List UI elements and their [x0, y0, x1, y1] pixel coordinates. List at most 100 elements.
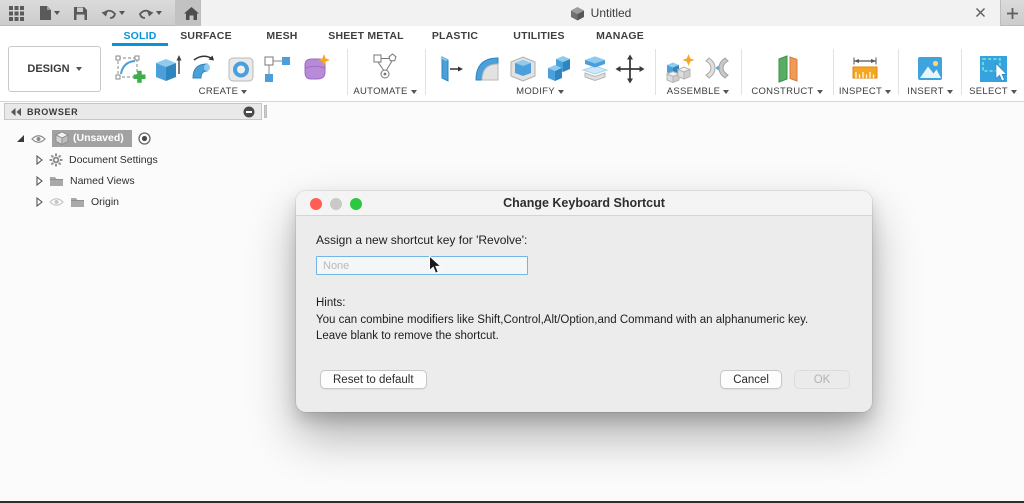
undo-button[interactable]	[101, 7, 125, 20]
assemble-group-dropdown[interactable]: ASSEMBLE	[667, 86, 730, 97]
browser-panel: BROWSER (Unsaved) Document Settings Name…	[4, 103, 267, 212]
create-sketch-button[interactable]	[112, 51, 148, 85]
combine-icon	[548, 56, 570, 81]
create-form-button[interactable]	[298, 51, 334, 85]
select-button[interactable]	[976, 51, 1010, 85]
construct-plane-button[interactable]	[770, 51, 804, 85]
joint-button[interactable]	[701, 51, 733, 85]
tab-mesh[interactable]: MESH	[244, 26, 320, 46]
browser-tree: (Unsaved) Document Settings Named Views …	[4, 120, 262, 212]
document-tab[interactable]: Untitled	[200, 0, 1001, 26]
browser-header[interactable]: BROWSER	[4, 103, 267, 120]
inspect-group-dropdown[interactable]: INSPECT	[839, 86, 892, 97]
joint-icon	[705, 57, 729, 79]
create-caret-icon	[241, 89, 248, 94]
combine-button[interactable]	[542, 51, 576, 85]
panel-display-menu-icon[interactable]	[243, 106, 255, 118]
toolbar-separator	[833, 49, 834, 95]
pattern-button[interactable]	[260, 51, 296, 85]
visibility-eye-icon[interactable]	[31, 134, 46, 144]
document-settings-label: Document Settings	[69, 153, 158, 166]
redo-caret-icon	[156, 11, 162, 15]
undo-caret-icon	[119, 11, 125, 15]
origin-label: Origin	[91, 195, 120, 208]
dialog-titlebar[interactable]: Change Keyboard Shortcut	[296, 191, 872, 216]
automate-group-dropdown[interactable]: AUTOMATE	[353, 86, 417, 97]
insert-group-dropdown[interactable]: INSERT	[907, 86, 953, 97]
toolbar-separator	[425, 49, 426, 95]
tab-solid[interactable]: SOLID	[112, 26, 168, 46]
app-grid-button[interactable]	[8, 5, 25, 22]
plus-icon	[1007, 7, 1018, 19]
split-body-button[interactable]	[578, 51, 612, 85]
tab-sheet-metal[interactable]: SHEET METAL	[320, 26, 412, 46]
tab-surface[interactable]: SURFACE	[168, 26, 244, 46]
design-workspace-button[interactable]: DESIGN	[8, 46, 101, 92]
tree-row-origin[interactable]: Origin	[4, 191, 262, 212]
activate-component-radio-icon[interactable]	[138, 132, 151, 145]
file-menu-button[interactable]	[38, 5, 60, 21]
tree-row-named-views[interactable]: Named Views	[4, 170, 262, 191]
named-views-label: Named Views	[70, 174, 135, 187]
root-component-label: (Unsaved)	[73, 132, 124, 144]
ok-button: OK	[794, 370, 850, 389]
collapsed-arrow-icon[interactable]	[36, 154, 43, 165]
panel-resize-handle[interactable]	[264, 105, 267, 118]
press-pull-button[interactable]	[434, 51, 468, 85]
select-group-dropdown[interactable]: SELECT	[969, 86, 1017, 97]
collapsed-arrow-icon[interactable]	[36, 196, 43, 207]
close-tab-button[interactable]	[975, 7, 986, 18]
tab-utilities[interactable]: UTILITIES	[498, 26, 580, 46]
automate-button[interactable]	[368, 51, 402, 85]
zoom-window-button[interactable]	[350, 197, 362, 210]
group-modify: MODIFY	[428, 48, 652, 97]
split-body-icon	[581, 56, 609, 82]
toolbar-separator	[347, 49, 348, 95]
revolve-button[interactable]	[186, 51, 222, 85]
select-group-label: SELECT	[969, 86, 1008, 97]
insert-image-icon	[918, 57, 942, 80]
fusion360-window: Untitled SOLID SURFACE MESH SHEET METAL …	[0, 0, 1024, 503]
group-inspect: INSPECT	[836, 48, 894, 97]
insert-button[interactable]	[913, 51, 947, 85]
press-pull-icon	[440, 56, 463, 82]
toolbar-separator	[741, 49, 742, 95]
modify-caret-icon	[557, 89, 564, 94]
new-tab-button[interactable]	[1001, 0, 1024, 26]
save-button[interactable]	[73, 6, 88, 21]
shortcut-key-input[interactable]	[316, 256, 528, 275]
tab-manage[interactable]: MANAGE	[580, 26, 660, 46]
automate-icon	[373, 53, 397, 79]
group-automate: AUTOMATE	[350, 48, 420, 97]
visibility-eye-off-icon[interactable]	[49, 197, 64, 207]
tree-row-root-component[interactable]: (Unsaved)	[4, 128, 262, 149]
collapsed-arrow-icon[interactable]	[36, 175, 43, 186]
fillet-button[interactable]	[470, 51, 504, 85]
select-icon	[980, 56, 1008, 82]
insert-group-label: INSERT	[907, 86, 944, 97]
modify-group-dropdown[interactable]: MODIFY	[516, 86, 564, 97]
inspect-caret-icon	[885, 89, 892, 94]
tab-plastic[interactable]: PLASTIC	[412, 26, 498, 46]
pattern-icon	[264, 56, 290, 82]
redo-button[interactable]	[138, 7, 162, 20]
browser-panel-title: BROWSER	[27, 106, 79, 117]
extrude-button[interactable]	[150, 51, 184, 85]
shortcut-prompt-label: Assign a new shortcut key for 'Revolve':	[316, 233, 528, 247]
move-copy-button[interactable]	[614, 51, 646, 85]
create-group-dropdown[interactable]: CREATE	[199, 86, 248, 97]
tree-row-document-settings[interactable]: Document Settings	[4, 149, 262, 170]
construct-group-dropdown[interactable]: CONSTRUCT	[751, 86, 823, 97]
app-titlebar: Untitled	[0, 0, 1024, 26]
close-window-button[interactable]	[310, 197, 322, 210]
reset-to-default-button[interactable]: Reset to default	[320, 370, 427, 389]
extrude-icon	[156, 55, 182, 81]
new-component-button[interactable]	[663, 51, 699, 85]
minimize-window-button[interactable]	[330, 197, 342, 210]
expanded-arrow-icon[interactable]	[16, 134, 25, 143]
shell-button[interactable]	[506, 51, 540, 85]
hole-button[interactable]	[224, 51, 258, 85]
measure-button[interactable]	[848, 51, 882, 85]
root-component-item[interactable]: (Unsaved)	[52, 130, 132, 147]
cancel-button[interactable]: Cancel	[720, 370, 782, 389]
